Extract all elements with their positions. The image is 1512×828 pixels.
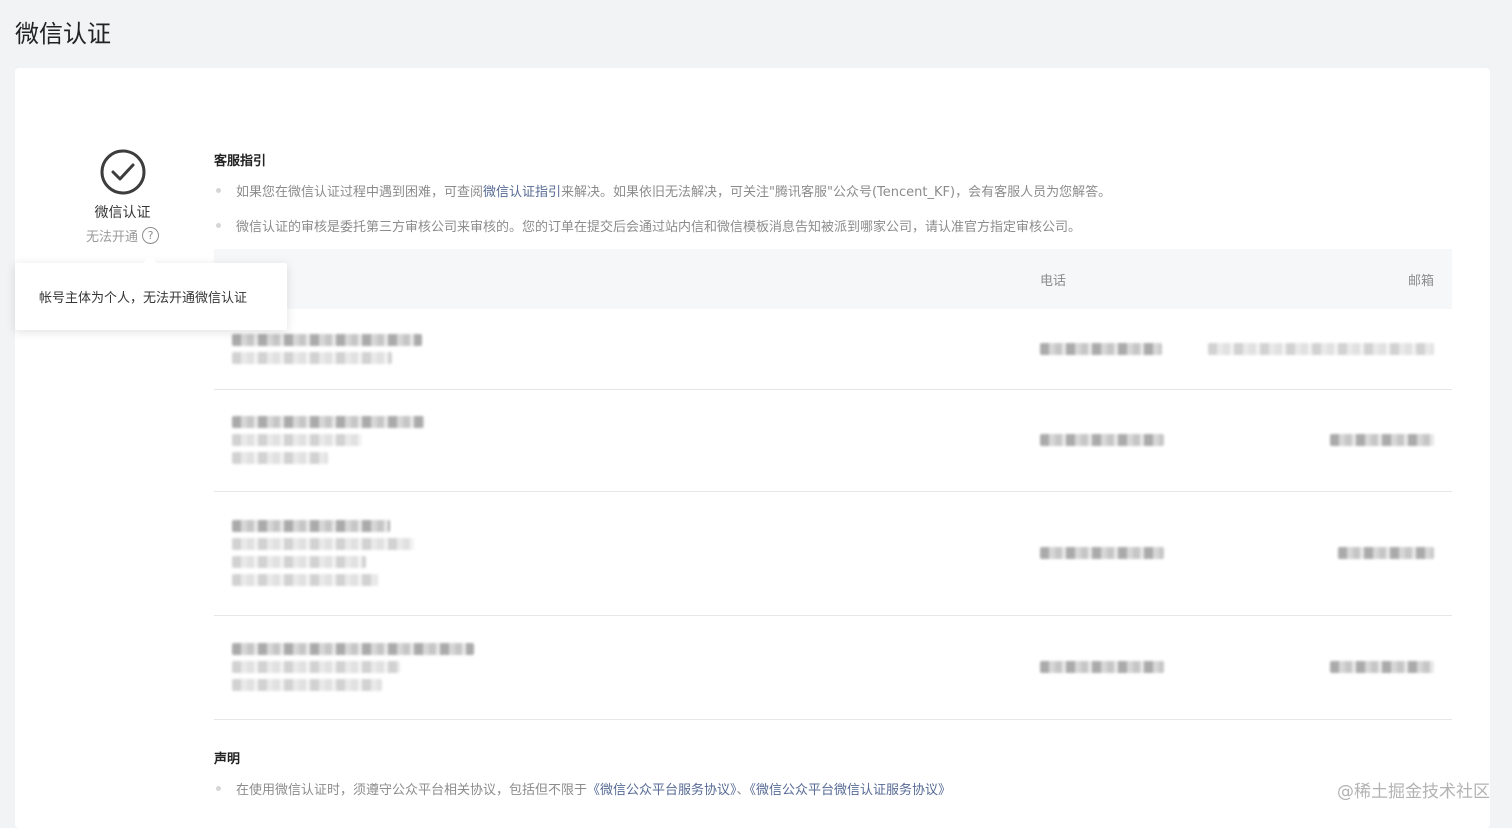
certification-guide-link[interactable]: 微信认证指引: [483, 185, 561, 200]
certification-agreement-link[interactable]: 《微信公众平台微信认证服务协议》: [750, 783, 952, 798]
status-subtitle-row: 无法开通 ?: [86, 226, 159, 245]
redacted-text: [232, 643, 474, 655]
guide-bullet-1-prefix: 如果您在微信认证过程中遇到困难，可查阅: [236, 185, 484, 200]
phone-cell: [533, 309, 1201, 390]
statement-title: 声明: [214, 751, 241, 767]
redacted-text: [1330, 434, 1434, 446]
redacted-text: [1040, 342, 1162, 355]
redacted-text: [232, 556, 366, 568]
redacted-text: [1338, 547, 1434, 559]
email-cell: [1201, 615, 1452, 720]
phone-cell: [533, 615, 1201, 720]
guide-title: 客服指引: [214, 154, 267, 169]
table-row: [214, 309, 1452, 390]
table-row: [214, 491, 1452, 616]
tooltip-text: 帐号主体为个人，无法开通微信认证: [39, 291, 248, 306]
redacted-text: [232, 661, 400, 673]
header-phone: 电话: [533, 249, 1201, 309]
redacted-text: [1040, 434, 1164, 446]
redacted-text: [232, 452, 328, 464]
redacted-text: [232, 574, 378, 586]
check-circle-icon: [100, 149, 145, 195]
redacted-text: [232, 416, 424, 428]
phone-cell: [533, 389, 1201, 492]
question-circle-icon[interactable]: ?: [142, 227, 159, 244]
phone-cell: [533, 491, 1201, 616]
guide-bullet-2: 微信认证的审核是委托第三方审核公司来审核的。您的订单在提交后会通过站内信和微信模…: [214, 216, 1452, 235]
redacted-text: [232, 679, 382, 691]
company-cell: [214, 491, 533, 616]
guide-bullet-1: 如果您在微信认证过程中遇到困难，可查阅微信认证指引来解决。如果依旧无法解决，可关…: [214, 181, 1452, 200]
redacted-text: [1040, 661, 1164, 673]
redacted-text: [1208, 342, 1434, 355]
status-title: 微信认证: [94, 205, 151, 221]
redacted-text: [232, 351, 392, 364]
email-cell: [1201, 389, 1452, 492]
content-card: 微信认证 无法开通 ? 帐号主体为个人，无法开通微信认证 客服指引 如果您在微信…: [15, 68, 1490, 828]
table-header: 电话 邮箱: [214, 249, 1452, 309]
statement-section: 声明 在使用微信认证时，须遵守公众平台相关协议，包括但不限于《微信公众平台服务协…: [214, 748, 1452, 798]
statement-bullet: 在使用微信认证时，须遵守公众平台相关协议，包括但不限于《微信公众平台服务协议》、…: [214, 779, 1452, 798]
header-email: 邮箱: [1201, 249, 1452, 309]
statement-separator: 、: [736, 782, 750, 798]
guide-bullet-1-suffix: 来解决。如果依旧无法解决，可关注"腾讯客服"公众号(Tencent_KF)，会有…: [561, 185, 1112, 200]
platform-agreement-link[interactable]: 《微信公众平台服务协议》: [587, 783, 737, 798]
table-row: [214, 389, 1452, 492]
table-row: [214, 615, 1452, 720]
company-cell: [214, 389, 533, 492]
redacted-text: [232, 434, 362, 446]
redacted-text: [1330, 661, 1434, 673]
company-cell: [214, 615, 533, 720]
statement-prefix: 在使用微信认证时，须遵守公众平台相关协议，包括但不限于: [236, 782, 588, 798]
redacted-text: [232, 538, 414, 550]
redacted-text: [232, 333, 422, 346]
watermark: @稀土掘金技术社区: [1337, 782, 1490, 802]
review-companies-table: 电话 邮箱: [214, 249, 1452, 720]
status-subtitle: 无法开通: [85, 230, 138, 245]
redacted-text: [1040, 547, 1164, 559]
guide-content: 客服指引 如果您在微信认证过程中遇到困难，可查阅微信认证指引来解决。如果依旧无法…: [214, 150, 1452, 814]
status-tooltip: 帐号主体为个人，无法开通微信认证: [15, 256, 287, 330]
redacted-text: [232, 520, 390, 532]
email-cell: [1201, 309, 1452, 390]
certification-status: 微信认证 无法开通 ?: [75, 148, 170, 245]
email-cell: [1201, 491, 1452, 616]
page-title: 微信认证: [15, 20, 111, 48]
